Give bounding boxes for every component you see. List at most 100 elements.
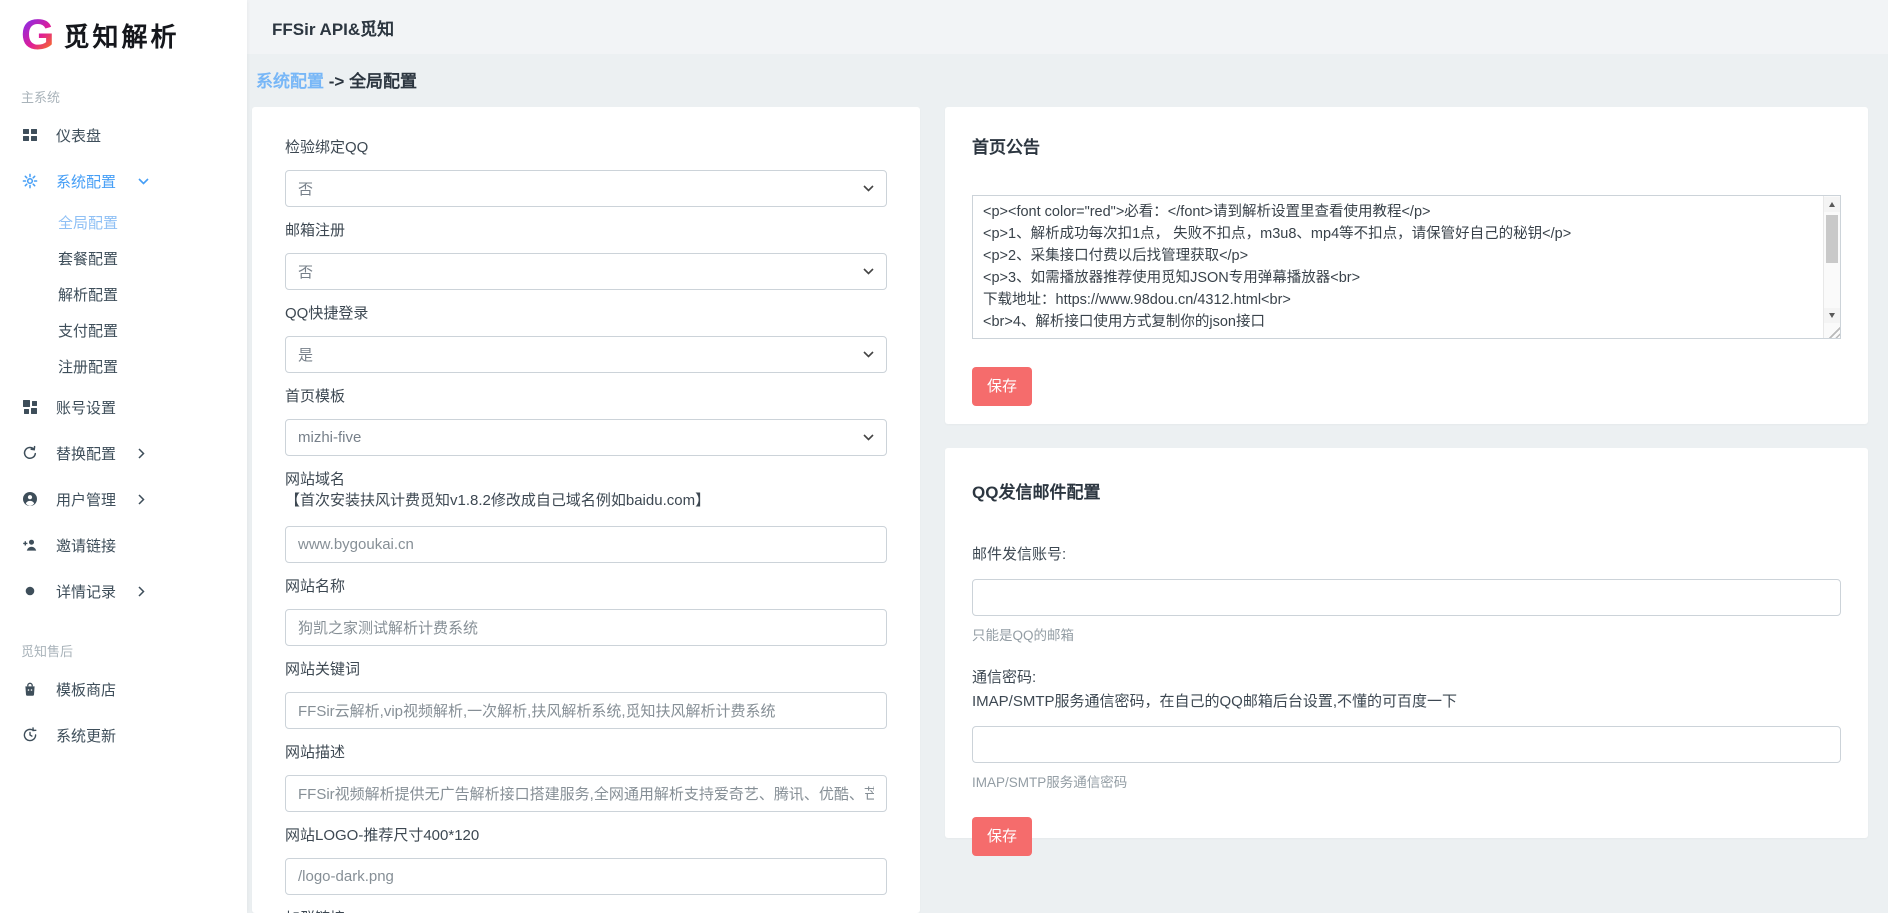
sidebar-item-dashboard[interactable]: 仪表盘 [0, 112, 247, 158]
field-label: 邮箱注册 [285, 221, 887, 240]
form-field: 首页模板 mizhi-five [285, 387, 887, 456]
breadcrumb: 系统配置 -> 全局配置 [256, 67, 1868, 92]
select-value: 否 [298, 261, 313, 282]
scroll-up-arrow-icon[interactable] [1824, 197, 1840, 212]
announcement-save-button[interactable]: 保存 [972, 367, 1032, 406]
sidebar-subitem-parse-config[interactable]: 解析配置 [0, 276, 247, 312]
account-grid-icon [21, 399, 39, 415]
form-field: 网站关键词 [285, 660, 887, 729]
chevron-down-icon [863, 268, 874, 275]
form-field: 网站LOGO-推荐尺寸400*120 [285, 826, 887, 895]
sidebar-item-label: 用户管理 [56, 489, 116, 510]
mail-account-help: 只能是QQ的邮箱 [972, 624, 1841, 644]
sidebar-item-label: 详情记录 [56, 581, 116, 602]
select-value: 否 [298, 178, 313, 199]
announcement-card: 首页公告 <p><font color="red">必看：</font>请到解析… [945, 107, 1868, 424]
input-site-domain[interactable] [285, 526, 887, 563]
input-site-logo[interactable] [285, 858, 887, 895]
brand-name: 觅知解析 [63, 17, 179, 54]
sidebar-subitem-label: 支付配置 [58, 320, 118, 341]
brand-logo[interactable]: G 觅知解析 [0, 0, 247, 60]
topbar: FFSir API&觅知 [247, 0, 1888, 54]
announcement-title: 首页公告 [972, 133, 1841, 158]
announcement-content: <p><font color="red">必看：</font>请到解析设置里查看… [973, 196, 1823, 338]
chevron-down-icon [138, 178, 149, 185]
field-label: QQ快捷登录 [285, 304, 887, 323]
mail-password-label: 通信密码: [972, 666, 1841, 690]
chevron-down-icon [863, 185, 874, 192]
field-label: 检验绑定QQ [285, 138, 887, 157]
breadcrumb-parent-link[interactable]: 系统配置 [256, 72, 324, 91]
sidebar-item-detail-records[interactable]: 详情记录 [0, 568, 247, 614]
select-value: 是 [298, 344, 313, 365]
sidebar-item-replace-config[interactable]: 替换配置 [0, 430, 247, 476]
select-qq-quick-login[interactable]: 是 [285, 336, 887, 373]
input-site-keywords[interactable] [285, 692, 887, 729]
announcement-textarea[interactable]: <p><font color="red">必看：</font>请到解析设置里查看… [972, 195, 1841, 339]
sidebar-item-label: 仪表盘 [56, 125, 101, 146]
sidebar-item-label: 邀请链接 [56, 535, 116, 556]
user-circle-icon [21, 491, 39, 507]
input-site-description[interactable] [285, 775, 887, 812]
gear-icon [21, 173, 39, 189]
sidebar-subitem-payment-config[interactable]: 支付配置 [0, 312, 247, 348]
breadcrumb-current: 全局配置 [349, 72, 417, 91]
form-field: 检验绑定QQ 否 [285, 138, 887, 207]
field-sublabel: 【首次安装扶风计费觅知v1.8.2修改成自己域名例如baidu.com】 [285, 489, 887, 513]
sidebar-subitem-label: 注册配置 [58, 356, 118, 377]
field-label: 加群链接 [285, 909, 887, 913]
chevron-down-icon [863, 351, 874, 358]
field-label: 首页模板 [285, 387, 887, 406]
form-field: 邮箱注册 否 [285, 221, 887, 290]
select-email-register[interactable]: 否 [285, 253, 887, 290]
mail-password-help: IMAP/SMTP服务通信密码 [972, 771, 1841, 791]
sidebar-item-system-config[interactable]: 系统配置 [0, 158, 247, 204]
chevron-right-icon [138, 448, 145, 459]
mail-account-input[interactable] [972, 579, 1841, 616]
dashboard-icon [21, 127, 39, 143]
textarea-scrollbar[interactable] [1823, 196, 1840, 338]
sidebar-item-template-store[interactable]: 模板商店 [0, 666, 247, 712]
scrollbar-thumb[interactable] [1826, 215, 1838, 263]
form-field: QQ快捷登录 是 [285, 304, 887, 373]
sidebar-subitem-register-config[interactable]: 注册配置 [0, 348, 247, 384]
form-field: 网站域名 【首次安装扶风计费觅知v1.8.2修改成自己域名例如baidu.com… [285, 470, 887, 563]
sidebar-item-label: 系统配置 [56, 171, 116, 192]
sidebar-item-label: 系统更新 [56, 725, 116, 746]
shopping-bag-icon [21, 681, 39, 697]
update-history-icon [21, 727, 39, 743]
user-plus-icon [21, 537, 39, 553]
field-label: 网站关键词 [285, 660, 887, 679]
field-label: 网站描述 [285, 743, 887, 762]
global-config-form: 检验绑定QQ 否 邮箱注册 否 QQ快捷 [252, 107, 920, 913]
select-check-bind-qq[interactable]: 否 [285, 170, 887, 207]
sidebar-section-main: 主系统 [21, 87, 247, 106]
mail-save-button[interactable]: 保存 [972, 817, 1032, 856]
field-label: 网站域名 [285, 470, 887, 489]
sidebar-item-account-settings[interactable]: 账号设置 [0, 384, 247, 430]
sidebar-subitem-package-config[interactable]: 套餐配置 [0, 240, 247, 276]
sidebar-item-system-update[interactable]: 系统更新 [0, 712, 247, 758]
mail-account-label: 邮件发信账号: [972, 543, 1841, 567]
mail-config-title: QQ发信邮件配置 [972, 478, 1841, 503]
breadcrumb-separator: -> [329, 72, 345, 91]
mail-password-desc: IMAP/SMTP服务通信密码，在自己的QQ邮箱后台设置,不懂的可百度一下 [972, 690, 1841, 714]
sidebar-subitem-label: 解析配置 [58, 284, 118, 305]
page-title: FFSir API&觅知 [272, 15, 394, 40]
sidebar-item-user-management[interactable]: 用户管理 [0, 476, 247, 522]
form-field: 网站名称 [285, 577, 887, 646]
sidebar-section-aftersale: 觅知售后 [21, 641, 247, 660]
select-home-template[interactable]: mizhi-five [285, 419, 887, 456]
mail-password-input[interactable] [972, 726, 1841, 763]
field-label: 网站名称 [285, 577, 887, 596]
brand-g-icon: G [21, 14, 54, 57]
sidebar-item-invite-link[interactable]: 邀请链接 [0, 522, 247, 568]
input-site-name[interactable] [285, 609, 887, 646]
select-value: mizhi-five [298, 429, 361, 446]
scroll-down-arrow-icon[interactable] [1824, 308, 1840, 323]
sidebar-subitem-label: 套餐配置 [58, 248, 118, 269]
form-field: 加群链接 [285, 909, 887, 913]
sidebar-item-label: 模板商店 [56, 679, 116, 700]
sidebar-subitem-global-config[interactable]: 全局配置 [0, 204, 247, 240]
content-area: 系统配置 -> 全局配置 检验绑定QQ 否 邮箱注册 [247, 54, 1888, 913]
